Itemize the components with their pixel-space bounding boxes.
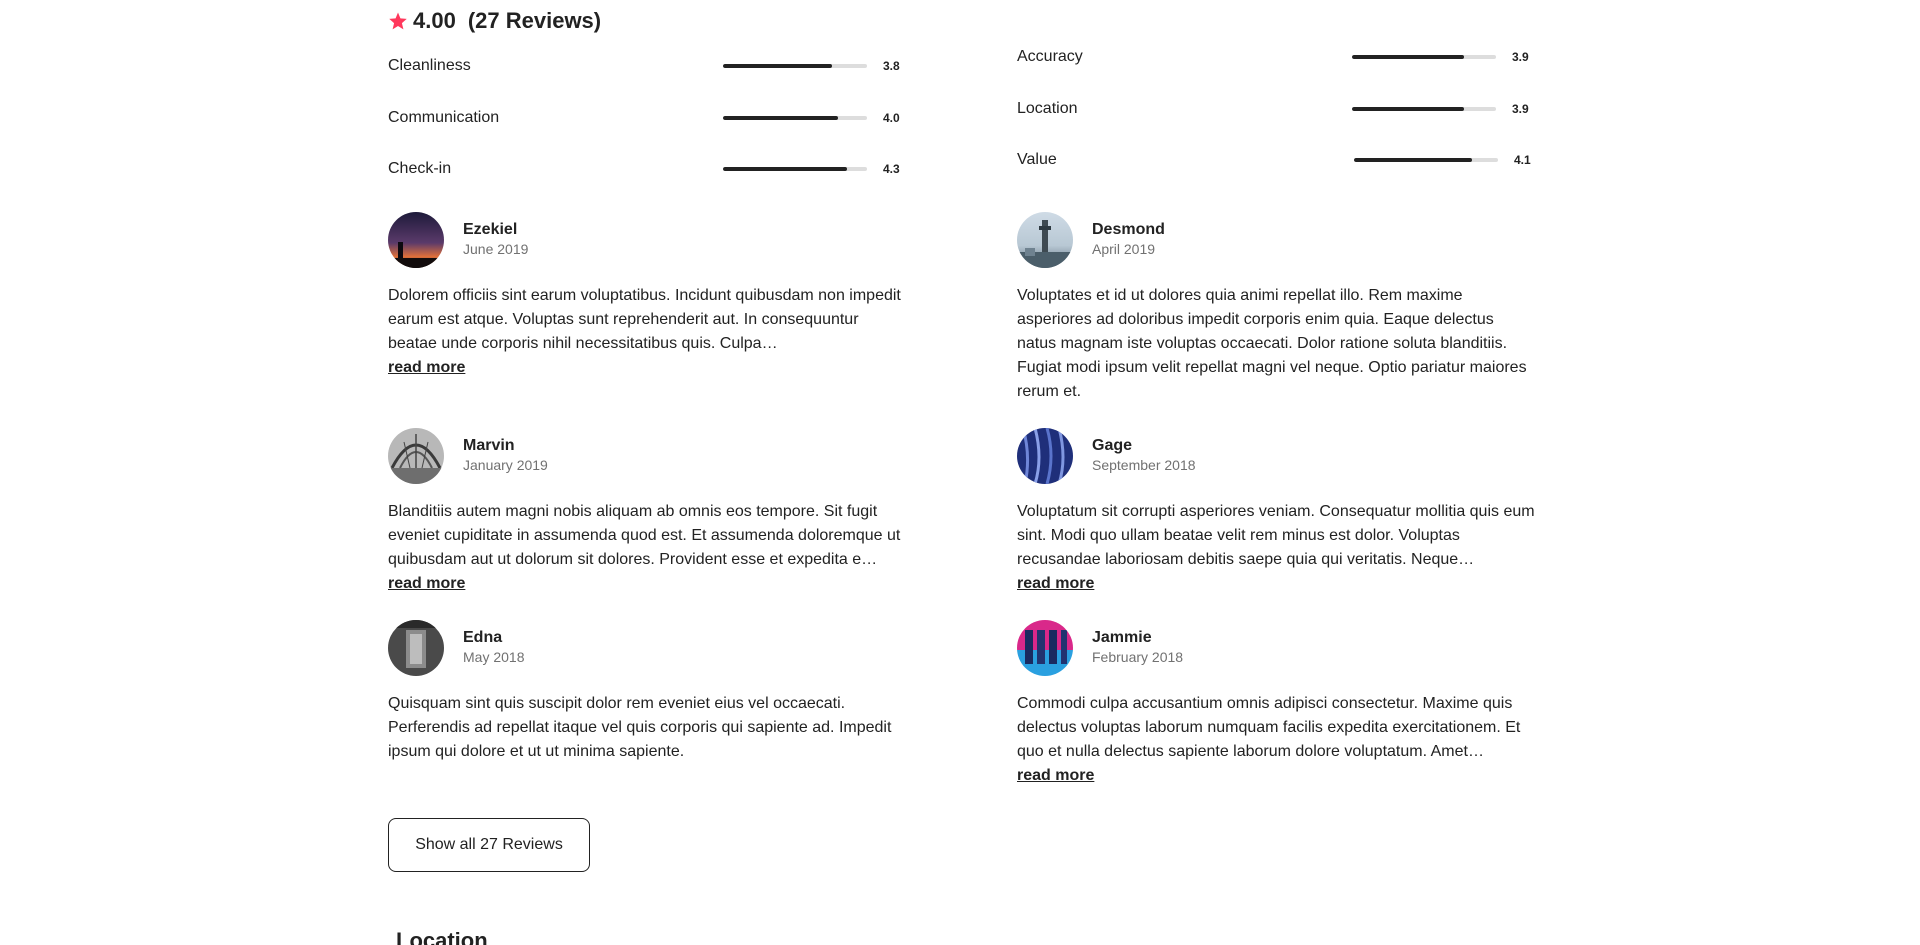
review-text: Blanditiis autem magni nobis aliquam ab …	[388, 503, 901, 568]
review-text: Quisquam sint quis suscipit dolor rem ev…	[388, 695, 892, 760]
category-score: 3.9	[1512, 102, 1529, 116]
category-label: Check-in	[388, 160, 452, 177]
category-score: 3.8	[883, 59, 900, 73]
category-score: 3.9	[1512, 50, 1529, 64]
avatar[interactable]	[1017, 212, 1073, 268]
category-label: Accuracy	[1017, 48, 1083, 65]
review-text: Dolorem officiis sint earum voluptatibus…	[388, 287, 901, 352]
location-heading: Location	[396, 928, 488, 945]
review-header: Ezekiel June 2019	[388, 212, 908, 268]
review-card: Jammie February 2018 Commodi culpa accus…	[1017, 620, 1537, 788]
read-more-link[interactable]: read more	[1017, 764, 1537, 788]
review-card: Desmond April 2019 Voluptates et id ut d…	[1017, 212, 1537, 404]
rating-bar-fill	[723, 116, 839, 120]
avatar[interactable]	[388, 212, 444, 268]
review-card: Ezekiel June 2019 Dolorem officiis sint …	[388, 212, 908, 380]
overall-rating: 4.00	[413, 8, 456, 33]
category-value: Value 4.1	[1017, 148, 1572, 172]
category-communication: Communication 4.0	[388, 106, 943, 130]
show-all-reviews-button[interactable]: Show all 27 Reviews	[388, 818, 590, 872]
reviewer-name: Marvin	[463, 437, 515, 454]
read-more-link[interactable]: read more	[388, 572, 908, 596]
rating-summary: 4.00 (27 Reviews)	[388, 6, 601, 36]
rating-bar	[723, 64, 867, 68]
reviewer-name: Gage	[1092, 437, 1133, 454]
category-location: Location 3.9	[1017, 97, 1572, 121]
category-score: 4.1	[1514, 153, 1531, 167]
review-date: January 2019	[463, 457, 548, 473]
read-more-link[interactable]: read more	[1017, 572, 1537, 596]
review-header: Marvin January 2019	[388, 428, 908, 484]
star-icon	[389, 12, 407, 30]
category-score: 4.3	[883, 162, 900, 176]
rating-bar-fill	[1354, 158, 1473, 162]
rating-bar	[1352, 55, 1496, 59]
category-accuracy: Accuracy 3.9	[1017, 45, 1572, 69]
review-header: Gage September 2018	[1017, 428, 1537, 484]
reviews-page: 4.00 (27 Reviews) Cleanliness 3.8 Accura…	[0, 0, 1920, 945]
review-date: June 2019	[463, 241, 529, 257]
rating-bar	[1354, 158, 1498, 162]
review-header: Jammie February 2018	[1017, 620, 1537, 676]
category-label: Value	[1017, 151, 1057, 168]
review-date: September 2018	[1092, 457, 1196, 473]
category-cleanliness: Cleanliness 3.8	[388, 54, 943, 78]
reviewer-name: Edna	[463, 629, 503, 646]
category-label: Communication	[388, 109, 500, 126]
reviewer-name: Ezekiel	[463, 221, 518, 238]
review-card: Gage September 2018 Voluptatum sit corru…	[1017, 428, 1537, 596]
review-header: Desmond April 2019	[1017, 212, 1537, 268]
rating-bar-fill	[723, 167, 847, 171]
category-score: 4.0	[883, 111, 900, 125]
review-text: Voluptatum sit corrupti asperiores venia…	[1017, 503, 1535, 568]
category-check-in: Check-in 4.3	[388, 157, 943, 181]
review-text: Voluptates et id ut dolores quia animi r…	[1017, 287, 1527, 400]
avatar[interactable]	[388, 428, 444, 484]
category-label: Location	[1017, 100, 1078, 117]
review-date: April 2019	[1092, 241, 1156, 257]
rating-bar-fill	[1352, 55, 1465, 59]
review-header: Edna May 2018	[388, 620, 908, 676]
review-text: Commodi culpa accusantium omnis adipisci…	[1017, 695, 1521, 760]
review-card: Marvin January 2019 Blanditiis autem mag…	[388, 428, 908, 596]
reviewer-name: Desmond	[1092, 221, 1165, 238]
category-label: Cleanliness	[388, 57, 471, 74]
rating-bar	[723, 167, 867, 171]
review-date: May 2018	[463, 649, 525, 665]
rating-bar	[723, 116, 867, 120]
avatar[interactable]	[388, 620, 444, 676]
reviews-count: (27 Reviews)	[467, 8, 602, 33]
rating-bar	[1352, 107, 1496, 111]
rating-bar-fill	[723, 64, 833, 68]
rating-bar-fill	[1352, 107, 1465, 111]
avatar[interactable]	[1017, 620, 1073, 676]
review-date: February 2018	[1092, 649, 1184, 665]
review-card: Edna May 2018 Quisquam sint quis suscipi…	[388, 620, 908, 764]
reviewer-name: Jammie	[1092, 629, 1152, 646]
read-more-link[interactable]: read more	[388, 356, 908, 380]
avatar[interactable]	[1017, 428, 1073, 484]
